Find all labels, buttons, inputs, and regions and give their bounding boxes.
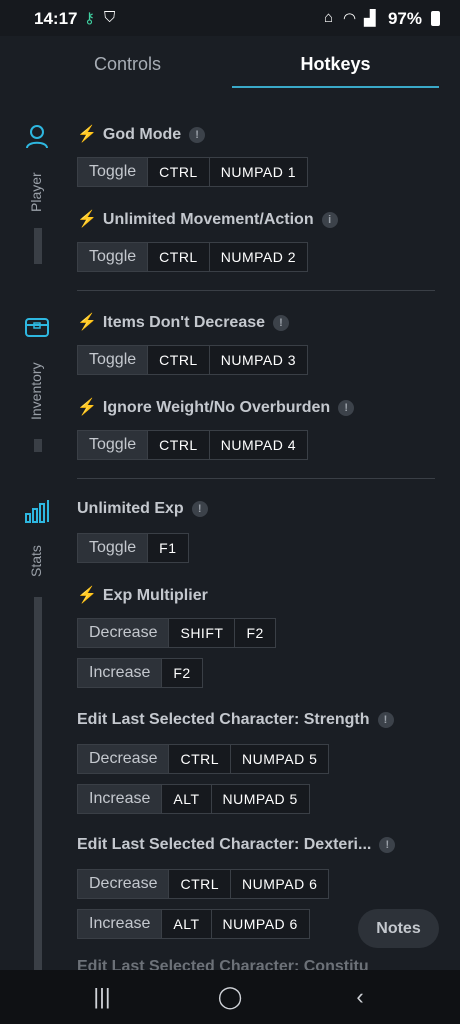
active-tab-indicator	[232, 86, 439, 88]
key-badge: NUMPAD 5	[230, 745, 329, 773]
hotkey-row[interactable]: Increase F2	[77, 658, 203, 688]
home-icon[interactable]: ◯	[200, 970, 260, 1024]
lock-icon: ⌂	[324, 9, 334, 26]
key-badge: NUMPAD 2	[208, 243, 308, 271]
sidebar-indicator-stats	[34, 597, 42, 972]
action-label: Toggle	[78, 158, 148, 186]
key-badge: NUMPAD 6	[210, 910, 309, 938]
sidebar-indicator-inventory	[34, 439, 42, 452]
battery-percent: 97%	[387, 9, 422, 28]
chest-icon[interactable]	[22, 312, 52, 342]
sidebar-indicator-player	[34, 228, 42, 264]
key-badge: CTRL	[147, 243, 209, 271]
bolt-icon: ⚡	[77, 587, 97, 604]
key-badge: CTRL	[147, 158, 209, 186]
sidebar-label-inventory[interactable]: Inventory	[28, 350, 50, 420]
hotkey-title: ⚡ Items Don't Decrease!	[77, 312, 290, 332]
person-icon[interactable]	[22, 122, 52, 152]
tab-hotkeys[interactable]: Hotkeys	[232, 36, 439, 92]
key-badge: NUMPAD 3	[208, 346, 308, 374]
sidebar-label-player[interactable]: Player	[28, 162, 50, 212]
tab-bar: Controls Hotkeys	[0, 36, 460, 92]
key-icon: ⚷	[84, 10, 95, 27]
info-icon[interactable]: !	[338, 400, 355, 416]
shield-icon: ⛉	[104, 9, 116, 26]
action-label: Toggle	[78, 243, 148, 271]
bolt-icon: ⚡	[77, 399, 97, 416]
key-badge: ALT	[161, 785, 211, 813]
action-label: Decrease	[78, 745, 169, 773]
action-label: Increase	[78, 910, 162, 938]
wifi-icon: ◠	[343, 10, 357, 27]
category-sidebar: Player Inventory Stats	[0, 92, 70, 972]
hotkey-row[interactable]: Toggle F1	[77, 533, 189, 563]
info-icon[interactable]: !	[377, 712, 394, 728]
battery-icon	[431, 11, 440, 26]
hotkey-row[interactable]: Toggle CTRL NUMPAD 1	[77, 157, 309, 187]
bolt-icon: ⚡	[77, 211, 97, 228]
action-label: Decrease	[78, 870, 169, 898]
back-icon[interactable]: ‹	[330, 970, 390, 1024]
hotkey-row[interactable]: Toggle CTRL NUMPAD 4	[77, 430, 309, 460]
hotkey-title: Unlimited Exp!	[77, 500, 208, 518]
sidebar-label-stats[interactable]: Stats	[28, 537, 50, 577]
notes-button[interactable]: Notes	[358, 909, 439, 948]
key-badge: NUMPAD 6	[230, 870, 329, 898]
section-divider	[77, 478, 435, 479]
hotkey-row[interactable]: Decrease CTRL NUMPAD 5	[77, 744, 330, 774]
info-icon[interactable]: !	[379, 837, 396, 853]
hotkey-row[interactable]: Decrease SHIFT F2	[77, 618, 276, 648]
action-label: Increase	[78, 785, 162, 813]
bolt-icon: ⚡	[77, 126, 97, 143]
bar-chart-icon[interactable]	[22, 497, 52, 527]
section-divider	[77, 290, 435, 291]
hotkey-title: Edit Last Selected Character: Strength!	[77, 711, 394, 729]
key-badge: NUMPAD 5	[210, 785, 309, 813]
key-badge: SHIFT	[168, 619, 235, 647]
action-label: Toggle	[78, 346, 148, 374]
action-label: Toggle	[78, 431, 148, 459]
key-badge: F2	[234, 619, 275, 647]
hotkey-title: Edit Last Selected Character: Dexteri...…	[77, 836, 396, 854]
hotkey-row[interactable]: Increase ALT NUMPAD 5	[77, 784, 310, 814]
key-badge: CTRL	[168, 745, 231, 773]
key-badge: CTRL	[168, 870, 231, 898]
status-bar: 14:17 ⚷ ⛉ ⌂ ◠ ▟ 97%	[0, 0, 460, 36]
key-badge: CTRL	[147, 431, 209, 459]
key-badge: CTRL	[147, 346, 209, 374]
hotkey-row[interactable]: Increase ALT NUMPAD 6	[77, 909, 310, 939]
tab-controls[interactable]: Controls	[30, 36, 225, 92]
key-badge: F2	[161, 659, 202, 687]
action-label: Increase	[78, 659, 162, 687]
recents-icon[interactable]: |||	[72, 970, 132, 1024]
key-badge: NUMPAD 1	[208, 158, 308, 186]
action-label: Toggle	[78, 534, 148, 562]
info-icon[interactable]: i	[321, 212, 338, 228]
bolt-icon: ⚡	[77, 314, 97, 331]
hotkey-row[interactable]: Toggle CTRL NUMPAD 2	[77, 242, 309, 272]
hotkey-row[interactable]: Toggle CTRL NUMPAD 3	[77, 345, 309, 375]
hotkey-title: ⚡ God Mode!	[77, 124, 206, 144]
key-badge: ALT	[161, 910, 211, 938]
action-label: Decrease	[78, 619, 169, 647]
system-nav-bar: ||| ◯ ‹	[0, 970, 460, 1024]
key-badge: NUMPAD 4	[208, 431, 308, 459]
info-icon[interactable]: !	[191, 501, 208, 517]
signal-icon: ▟	[364, 10, 376, 27]
info-icon[interactable]: !	[189, 127, 206, 143]
hotkey-title: ⚡ Exp Multiplier	[77, 587, 208, 604]
hotkey-title: ⚡ Ignore Weight/No Overburden!	[77, 397, 355, 417]
hotkey-row[interactable]: Decrease CTRL NUMPAD 6	[77, 869, 330, 899]
key-badge: F1	[147, 534, 188, 562]
hotkey-title: ⚡ Unlimited Movement/Action i	[77, 209, 338, 229]
info-icon[interactable]: !	[273, 315, 290, 331]
hotkey-title-partial: Edit Last Selected Character: Constitu	[77, 958, 369, 970]
status-time: 14:17	[34, 9, 78, 28]
